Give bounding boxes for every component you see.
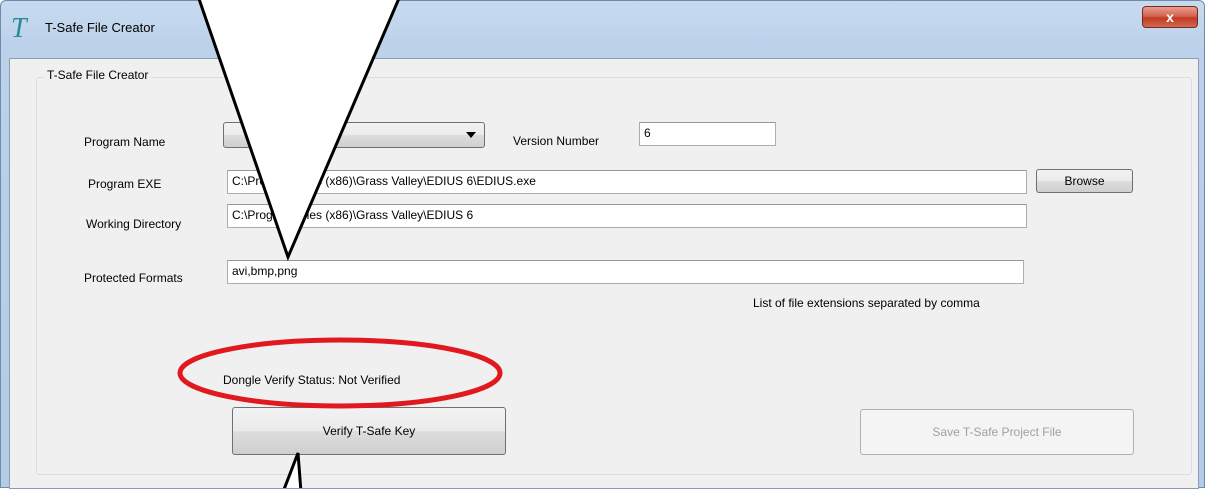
app-logo-icon: T: [11, 13, 27, 44]
program-name-label: Program Name: [84, 135, 166, 149]
dongle-status-text: Dongle Verify Status: Not Verified: [223, 373, 401, 387]
save-project-button[interactable]: Save T-Safe Project File: [860, 409, 1134, 455]
working-directory-field[interactable]: C:\Program Files (x86)\Grass Valley\EDIU…: [227, 204, 1027, 228]
close-button[interactable]: x: [1142, 6, 1198, 28]
working-directory-label: Working Directory: [86, 217, 182, 231]
program-exe-label: Program EXE: [88, 177, 162, 191]
program-name-dropdown[interactable]: [223, 122, 485, 148]
version-number-field[interactable]: 6: [639, 122, 776, 146]
version-number-label: Version Number: [513, 134, 600, 148]
protected-formats-label: Protected Formats: [84, 271, 183, 285]
protected-formats-hint: List of file extensions separated by com…: [753, 296, 980, 310]
title-bar[interactable]: T T-Safe File Creator x: [1, 1, 1204, 57]
browse-button[interactable]: Browse: [1036, 169, 1133, 193]
main-window: T T-Safe File Creator x T-Safe File Crea…: [0, 0, 1205, 489]
client-area: T-Safe File Creator Program Name Version…: [9, 58, 1199, 489]
protected-formats-field[interactable]: avi,bmp,png: [227, 260, 1024, 284]
verify-key-button[interactable]: Verify T-Safe Key: [232, 407, 506, 455]
chevron-down-icon: [466, 132, 476, 138]
group-title: T-Safe File Creator: [44, 68, 152, 82]
program-exe-field[interactable]: C:\Program Files (x86)\Grass Valley\EDIU…: [227, 170, 1027, 194]
window-title: T-Safe File Creator: [45, 20, 155, 35]
